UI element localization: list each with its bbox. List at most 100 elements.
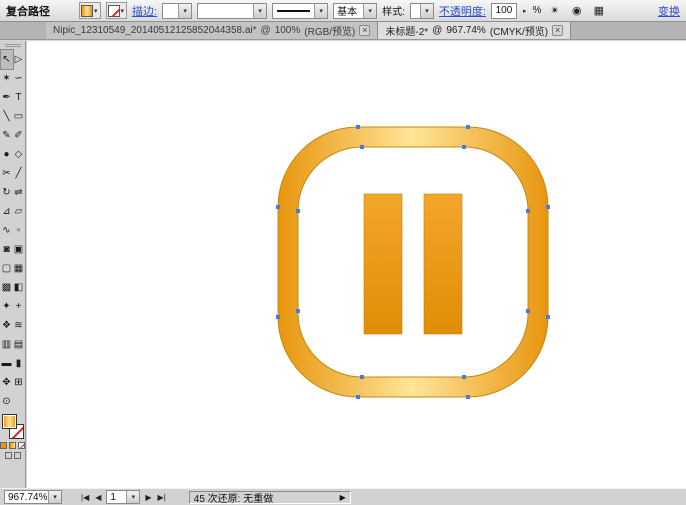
slice-tool[interactable]: ▬	[1, 354, 13, 373]
next-artboard-button[interactable]: ▶	[144, 493, 152, 502]
fill-color-swatch[interactable]	[2, 414, 17, 429]
anchor-point[interactable]	[546, 315, 550, 319]
pen-tool[interactable]: ✒	[1, 88, 13, 107]
stroke-link[interactable]: 描边:	[132, 3, 157, 19]
anchor-point[interactable]	[356, 125, 360, 129]
anchor-point[interactable]	[360, 375, 364, 379]
arrange-documents-icon[interactable]: ▦	[590, 2, 607, 19]
anchor-point[interactable]	[356, 395, 360, 399]
anchor-point[interactable]	[526, 309, 530, 313]
opacity-unit-label: %	[532, 5, 541, 16]
stroke-color-picker[interactable]: ▾	[106, 2, 128, 19]
mesh-tool[interactable]: ▩	[1, 278, 13, 297]
rounded-ring-path[interactable]	[278, 127, 548, 397]
bridge-icon[interactable]: ✴	[546, 2, 563, 19]
magic-wand-tool[interactable]: ✶	[1, 69, 13, 88]
artboard-number-combo[interactable]: 1 ▾	[106, 490, 140, 504]
tab-document-1[interactable]: Nipic_12310549_20140512125852044358.ai* …	[46, 22, 378, 39]
tab-title: 未标题-2*	[385, 23, 428, 38]
tab-document-2[interactable]: 未标题-2* @ 967.74% (CMYK/预览) ×	[378, 22, 571, 39]
tab-zoom: 967.74%	[446, 25, 485, 36]
artboard-tool[interactable]: ▤	[13, 335, 25, 354]
gradient-button[interactable]	[9, 442, 16, 449]
shape-builder-tool[interactable]: ◙	[1, 240, 13, 259]
color-button[interactable]	[0, 442, 7, 449]
print-tiling-tool[interactable]: ⊞	[13, 373, 25, 392]
pause-icon-artwork[interactable]	[27, 41, 686, 488]
paint-mode-buttons	[0, 442, 25, 449]
lasso-tool[interactable]: ∽	[13, 69, 25, 88]
style-label: 样式:	[382, 3, 405, 18]
anchor-point[interactable]	[276, 315, 280, 319]
blend-tool[interactable]: ❖	[1, 316, 13, 335]
rotate-tool[interactable]: ↻	[1, 183, 13, 202]
gradient-tool[interactable]: ◧	[13, 278, 25, 297]
anchor-point[interactable]	[296, 309, 300, 313]
opacity-spinner-icon[interactable]: ▸	[522, 7, 528, 15]
eyedropper-tool[interactable]: ✦	[1, 297, 13, 316]
selection-tool[interactable]: ↖	[1, 50, 13, 69]
anchor-point[interactable]	[466, 395, 470, 399]
chevron-down-icon: ▾	[314, 4, 327, 18]
knife-tool[interactable]: ╱	[13, 164, 25, 183]
anchor-point[interactable]	[360, 145, 364, 149]
shear-tool[interactable]: ▱	[13, 202, 25, 221]
draw-mode-buttons	[5, 452, 21, 459]
anchor-point[interactable]	[466, 125, 470, 129]
none-button[interactable]	[18, 442, 25, 449]
zoom-tool[interactable]: ⊙	[1, 392, 13, 411]
fill-color-picker[interactable]: ▾	[79, 2, 101, 19]
pencil-tool[interactable]: ✐	[13, 126, 25, 145]
hand-tool[interactable]: ✥	[1, 373, 13, 392]
anchor-point[interactable]	[462, 375, 466, 379]
free-transform-tool[interactable]: ▫	[13, 221, 25, 240]
cs-live-icon[interactable]: ◉	[568, 2, 585, 19]
symbol-sprayer-tool[interactable]: ≋	[13, 316, 25, 335]
live-paint-bucket-tool[interactable]: ▣	[13, 240, 25, 259]
last-artboard-button[interactable]: ▶|	[157, 493, 167, 502]
first-artboard-button[interactable]: |◀	[80, 493, 90, 502]
eraser-tool[interactable]: ◇	[13, 145, 25, 164]
live-paint-selection-tool[interactable]: ▢	[1, 259, 13, 278]
anchor-point[interactable]	[462, 145, 466, 149]
artboard-canvas[interactable]	[27, 41, 686, 488]
column-graph-tool[interactable]: ▥	[1, 335, 13, 354]
close-icon[interactable]: ×	[359, 25, 370, 36]
slice-selection-tool[interactable]: ▮	[13, 354, 25, 373]
measure-tool[interactable]: +	[13, 297, 25, 316]
opacity-value-field[interactable]: 100	[491, 3, 517, 19]
document-tab-bar: Nipic_12310549_20140512125852044358.ai* …	[0, 22, 686, 40]
anchor-point[interactable]	[296, 209, 300, 213]
anchor-point[interactable]	[546, 205, 550, 209]
tab-mode: (CMYK/预览)	[490, 23, 548, 38]
perspective-grid-tool[interactable]: ▦	[13, 259, 25, 278]
panel-grip-icon[interactable]	[5, 44, 21, 48]
style-combo[interactable]: ▾	[410, 3, 434, 19]
draw-behind-button[interactable]	[14, 452, 21, 459]
tab-mode: (RGB/预览)	[304, 23, 355, 38]
stroke-weight-combo[interactable]: ▾	[162, 3, 192, 19]
blob-brush-tool[interactable]: ●	[1, 145, 13, 164]
transform-link[interactable]: 变换	[658, 3, 680, 19]
line-segment-tool[interactable]: ╲	[1, 107, 13, 126]
anchor-point[interactable]	[276, 205, 280, 209]
scissors-tool[interactable]: ✂	[1, 164, 13, 183]
draw-normal-button[interactable]	[5, 452, 12, 459]
type-tool[interactable]: T	[13, 88, 25, 107]
direct-selection-tool[interactable]: ▷	[13, 50, 25, 69]
scale-tool[interactable]: ⊿	[1, 202, 13, 221]
width-tool[interactable]: ∿	[1, 221, 13, 240]
width-profile-combo[interactable]: ▾	[272, 3, 328, 19]
close-icon[interactable]: ×	[552, 25, 563, 36]
brush-definition-combo[interactable]: ▾	[197, 3, 267, 19]
zoom-level-combo[interactable]: 967.74% ▾	[4, 490, 62, 504]
appearance-combo[interactable]: 基本 ▾	[333, 3, 377, 19]
status-menu-icon[interactable]: ▶	[340, 493, 346, 502]
rectangle-tool[interactable]: ▭	[13, 107, 25, 126]
zoom-level-value: 967.74%	[5, 492, 48, 503]
paintbrush-tool[interactable]: ✎	[1, 126, 13, 145]
reflect-tool[interactable]: ⇌	[13, 183, 25, 202]
previous-artboard-button[interactable]: ◀	[94, 493, 102, 502]
opacity-link[interactable]: 不透明度:	[439, 3, 486, 19]
anchor-point[interactable]	[526, 209, 530, 213]
